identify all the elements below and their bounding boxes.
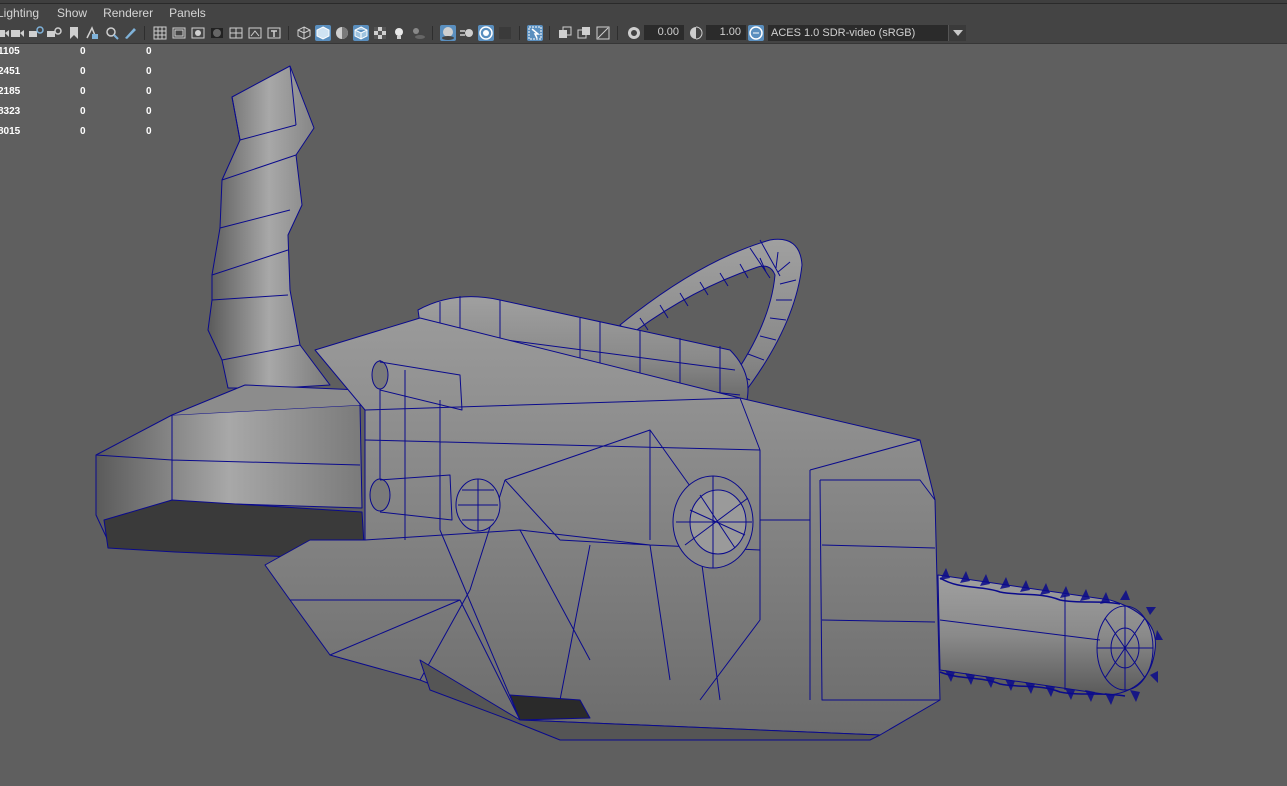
- smooth-shade-icon[interactable]: [315, 25, 331, 41]
- chevron-down-icon[interactable]: [948, 25, 966, 41]
- toolbar-separator: [519, 26, 520, 40]
- 2d-pan-zoom-icon[interactable]: [104, 25, 120, 41]
- menu-panels[interactable]: Panels: [165, 6, 218, 20]
- film-gate-icon[interactable]: [171, 25, 187, 41]
- gamma-icon[interactable]: [688, 25, 704, 41]
- toolbar-separator: [549, 26, 550, 40]
- hud-label: 8015: [0, 126, 21, 137]
- hud-label: 2451: [0, 66, 21, 77]
- camera-select-icon[interactable]: [0, 25, 10, 41]
- grease-pencil-icon[interactable]: [122, 25, 138, 41]
- panel-menu-bar: Lighting Show Renderer Panels: [0, 4, 1287, 22]
- bookmarks-icon[interactable]: [66, 25, 82, 41]
- motion-blur-icon[interactable]: [459, 25, 475, 41]
- depth-of-field-icon[interactable]: [497, 25, 513, 41]
- wireframe-on-shaded-icon[interactable]: [353, 25, 369, 41]
- default-material-icon[interactable]: [334, 25, 350, 41]
- toolbar-separator: [617, 26, 618, 40]
- grid-icon[interactable]: [152, 25, 168, 41]
- toolbar-separator: [432, 26, 433, 40]
- panel-toolbar: 0.00 1.00 ACES 1.0 SDR-video (sRGB): [0, 22, 1287, 44]
- menu-renderer[interactable]: Renderer: [99, 6, 165, 20]
- hud-label: 2185: [0, 86, 21, 97]
- maya-viewport-panel: Lighting Show Renderer Panels 0.00 1.00 …: [0, 0, 1287, 786]
- camera-lock-icon[interactable]: [28, 25, 44, 41]
- hud-value: 0: [146, 66, 152, 77]
- gate-mask-icon[interactable]: [209, 25, 225, 41]
- resolution-gate-icon[interactable]: [190, 25, 206, 41]
- xray-joints-icon[interactable]: [576, 25, 592, 41]
- menu-show[interactable]: Show: [53, 6, 99, 20]
- field-chart-icon[interactable]: [228, 25, 244, 41]
- screen-space-ao-icon[interactable]: [440, 25, 456, 41]
- exposure-field[interactable]: 0.00: [644, 25, 684, 40]
- color-management-icon[interactable]: [748, 25, 764, 41]
- toolbar-separator: [144, 26, 145, 40]
- textured-icon[interactable]: [372, 25, 388, 41]
- menu-lighting[interactable]: Lighting: [0, 6, 53, 20]
- lights-icon[interactable]: [391, 25, 407, 41]
- hud-value: 0: [80, 66, 86, 77]
- shadows-icon[interactable]: [410, 25, 426, 41]
- wireframe-icon[interactable]: [296, 25, 312, 41]
- backface-culling-icon[interactable]: [595, 25, 611, 41]
- xray-icon[interactable]: [557, 25, 573, 41]
- hud-value: 0: [146, 86, 152, 97]
- hud-value: 0: [80, 46, 86, 57]
- toolbar-separator: [288, 26, 289, 40]
- image-plane-icon[interactable]: [84, 25, 100, 41]
- exposure-icon[interactable]: [626, 25, 642, 41]
- camera-attributes-icon[interactable]: [10, 25, 26, 41]
- anti-aliasing-icon[interactable]: [478, 25, 494, 41]
- isolate-select-icon[interactable]: [527, 25, 543, 41]
- safe-action-icon[interactable]: [247, 25, 263, 41]
- color-space-dropdown[interactable]: ACES 1.0 SDR-video (sRGB): [768, 25, 948, 41]
- camera-bookmark-icon[interactable]: [46, 25, 62, 41]
- hud-value: 0: [80, 126, 86, 137]
- gamma-field[interactable]: 1.00: [706, 25, 746, 40]
- hud-value: 0: [80, 86, 86, 97]
- hud-value: 0: [146, 46, 152, 57]
- hud-label: 8323: [0, 106, 21, 117]
- hud-value: 0: [80, 106, 86, 117]
- hud-value: 0: [146, 106, 152, 117]
- safe-title-icon[interactable]: [266, 25, 282, 41]
- hud-value: 0: [146, 126, 152, 137]
- chainsaw-model-icon[interactable]: [0, 44, 1287, 786]
- hud-label: 1105: [0, 46, 20, 57]
